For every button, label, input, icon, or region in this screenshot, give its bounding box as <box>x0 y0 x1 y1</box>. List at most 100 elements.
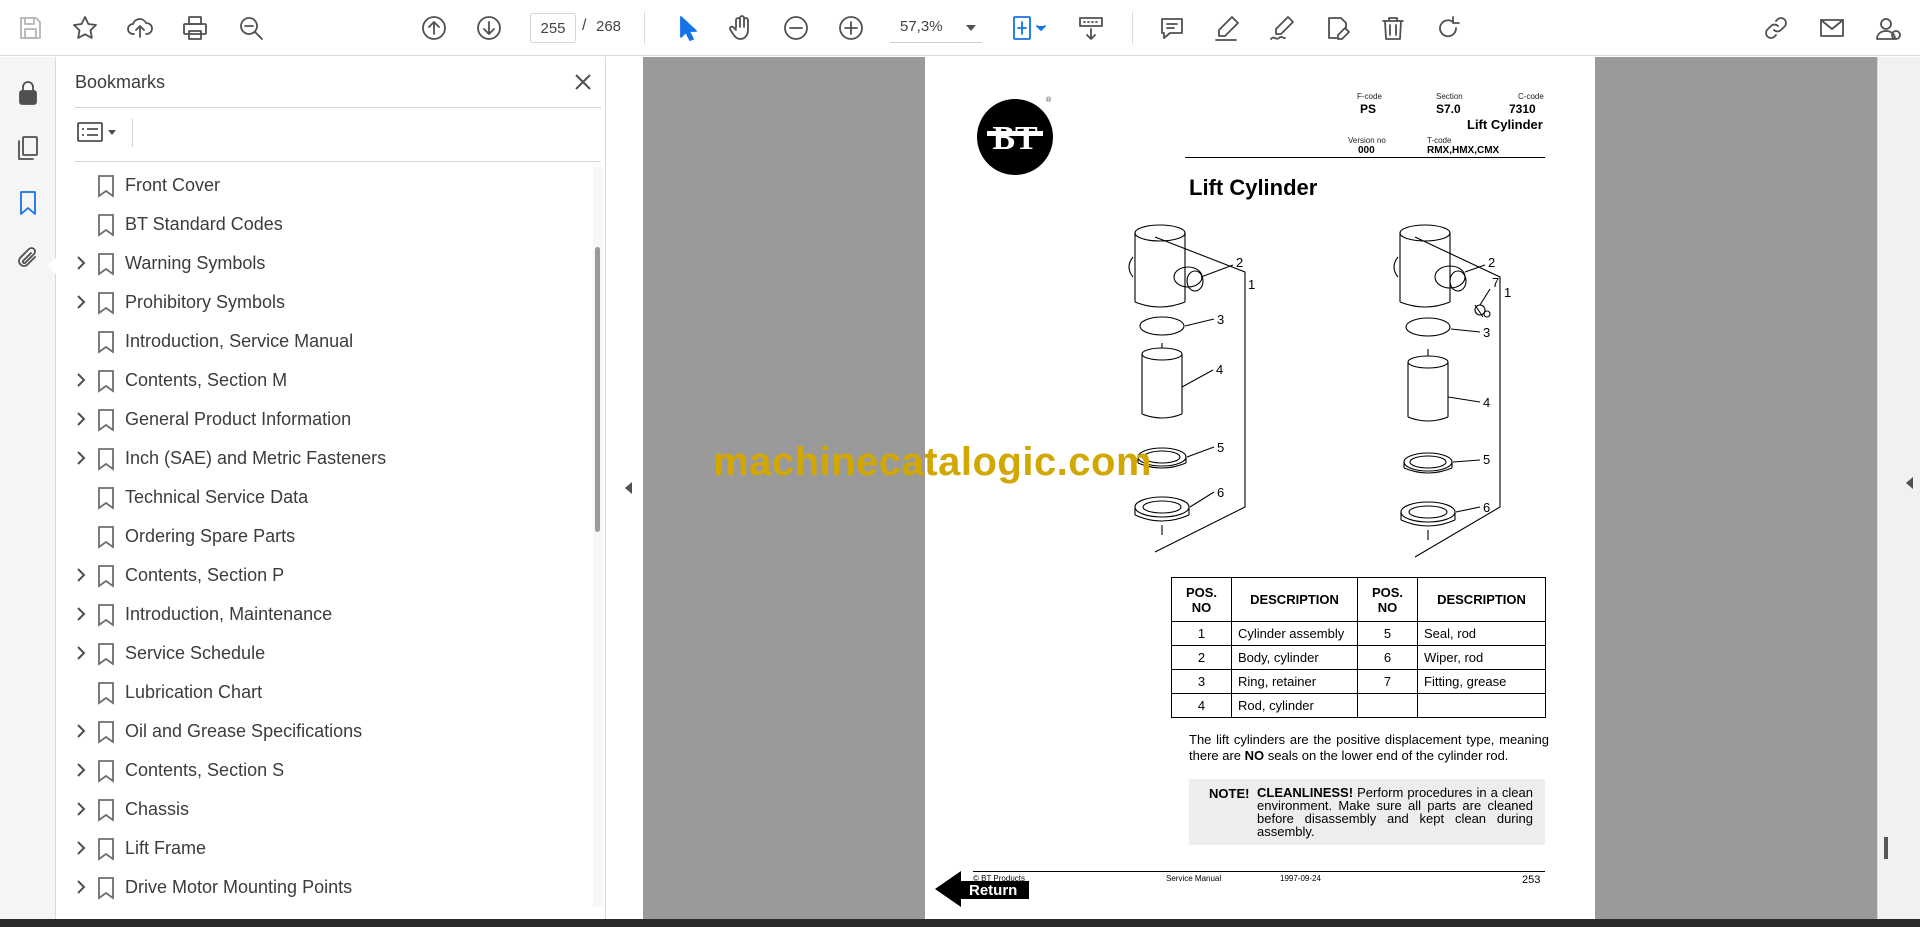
bookmark-label: Contents, Section S <box>125 760 285 780</box>
bookmark-item[interactable]: Lift Frame <box>56 829 586 868</box>
save-icon[interactable] <box>12 10 48 46</box>
bookmark-icon <box>96 213 116 237</box>
fcode-value: PS <box>1360 102 1377 116</box>
bookmarks-panel: Bookmarks Front Cover BT Standard Codes Wa… <box>56 57 606 920</box>
lock-icon[interactable] <box>10 75 46 111</box>
attachment-icon[interactable] <box>10 241 46 277</box>
previous-page-icon[interactable] <box>416 10 452 46</box>
chevron-right-icon[interactable] <box>73 294 89 310</box>
close-icon[interactable] <box>570 69 596 95</box>
table-cell <box>1357 693 1418 718</box>
document-scrollbar[interactable] <box>1877 57 1897 920</box>
zoom-search-icon[interactable] <box>233 10 269 46</box>
rotate-icon[interactable] <box>1430 10 1466 46</box>
chevron-down-icon <box>108 129 116 135</box>
emphasis-no: NO <box>1244 748 1265 763</box>
bookmark-label: Chassis <box>125 799 190 819</box>
zoom-out-icon[interactable] <box>778 10 814 46</box>
bookmark-item[interactable]: General Product Information <box>56 400 586 439</box>
bookmark-label: Prohibitory Symbols <box>125 292 286 312</box>
chevron-right-icon[interactable] <box>73 879 89 895</box>
retainer-ring-left <box>1139 316 1185 336</box>
rod-seal-right <box>1403 452 1453 474</box>
svg-text:3: 3 <box>1217 312 1224 327</box>
bookmark-item[interactable]: Front Cover <box>56 166 586 205</box>
email-icon[interactable] <box>1814 10 1850 46</box>
highlight-pen-icon[interactable] <box>1209 10 1245 46</box>
toolbar-divider <box>644 12 645 44</box>
bookmark-item[interactable]: Contents, Section S <box>56 751 586 790</box>
chevron-right-icon[interactable] <box>73 255 89 271</box>
svg-text:6: 6 <box>1483 500 1490 515</box>
bookmark-item[interactable]: Warning Symbols <box>56 244 586 283</box>
table-row: 4 Rod, cylinder <box>1171 693 1546 718</box>
bookmark-item[interactable]: Introduction, Service Manual <box>56 322 586 361</box>
bookmark-icon <box>96 525 116 549</box>
chevron-right-icon[interactable] <box>73 411 89 427</box>
bookmark-item[interactable]: Inch (SAE) and Metric Fasteners <box>56 439 586 478</box>
bookmark-item[interactable]: Prohibitory Symbols <box>56 283 586 322</box>
bookmark-item[interactable]: Oil and Grease Specifications <box>56 712 586 751</box>
scroll-mode-icon[interactable] <box>1073 10 1109 46</box>
chevron-right-icon[interactable] <box>73 567 89 583</box>
delete-icon[interactable] <box>1375 10 1411 46</box>
next-page-icon[interactable] <box>471 10 507 46</box>
bookmark-item[interactable]: Technical Service Data <box>56 478 586 517</box>
bookmark-icon <box>96 174 116 198</box>
collapse-panel-icon[interactable] <box>620 478 640 498</box>
bookmark-item[interactable]: Lubrication Chart <box>56 673 586 712</box>
page-number-input[interactable] <box>530 13 576 43</box>
sign-icon[interactable] <box>1264 10 1300 46</box>
section-label: Section <box>1436 92 1463 101</box>
bookmark-item[interactable]: BT Standard Codes <box>56 205 586 244</box>
table-cell: 1 <box>1171 621 1232 646</box>
description-paragraph: The lift cylinders are the positive disp… <box>1189 732 1549 763</box>
main-toolbar: / 268 57,3% <box>0 0 1920 56</box>
registered-mark: ® <box>1046 97 1052 104</box>
panel-divider <box>132 119 133 147</box>
print-icon[interactable] <box>177 10 213 46</box>
zoom-in-icon[interactable] <box>833 10 869 46</box>
bookmark-item[interactable]: Chassis <box>56 790 586 829</box>
table-cell: Body, cylinder <box>1231 645 1358 670</box>
scrollbar-thumb[interactable] <box>595 247 600 532</box>
bookmark-icon <box>96 681 116 705</box>
scrollbar-thumb[interactable] <box>1884 837 1888 859</box>
chevron-right-icon[interactable] <box>73 645 89 661</box>
chevron-right-icon[interactable] <box>73 450 89 466</box>
chevron-right-icon[interactable] <box>73 801 89 817</box>
bookmark-item[interactable]: Service Schedule <box>56 634 586 673</box>
bookmark-icon <box>96 720 116 744</box>
upload-cloud-icon[interactable] <box>122 10 158 46</box>
edit-document-icon[interactable] <box>1320 10 1356 46</box>
star-icon[interactable] <box>67 10 103 46</box>
cylinder-rod-left <box>1141 343 1183 419</box>
fit-page-icon[interactable] <box>1006 10 1052 46</box>
bookmark-item[interactable]: Contents, Section P <box>56 556 586 595</box>
bookmark-label: Warning Symbols <box>125 253 266 273</box>
bookmark-item[interactable]: Drive Motor Mounting Points <box>56 868 586 906</box>
select-cursor-icon[interactable] <box>669 10 705 46</box>
chevron-right-icon[interactable] <box>73 840 89 856</box>
bookmark-item[interactable]: Introduction, Maintenance <box>56 595 586 634</box>
chevron-right-icon[interactable] <box>73 606 89 622</box>
return-button[interactable]: Return <box>933 869 1033 909</box>
page-thumbnails-icon[interactable] <box>10 130 46 166</box>
bookmark-panel-icon[interactable] <box>10 185 46 221</box>
bookmark-item[interactable]: Contents, Section M <box>56 361 586 400</box>
zoom-dropdown[interactable]: 57,3% <box>890 13 982 43</box>
bookmark-item[interactable]: Ordering Spare Parts <box>56 517 586 556</box>
bookmark-label: Lift Frame <box>125 838 207 858</box>
account-icon[interactable] <box>1869 10 1905 46</box>
watermark: machinecatalogic.com <box>713 440 1153 484</box>
chevron-right-icon[interactable] <box>73 372 89 388</box>
panel-scrollbar[interactable] <box>593 167 603 907</box>
bookmark-label: Drive Motor Mounting Points <box>125 877 353 897</box>
bookmark-options-button[interactable] <box>76 115 124 149</box>
chevron-right-icon[interactable] <box>73 762 89 778</box>
chevron-right-icon[interactable] <box>73 723 89 739</box>
bookmark-icon <box>96 447 116 471</box>
share-link-icon[interactable] <box>1758 10 1794 46</box>
hand-tool-icon[interactable] <box>723 10 759 46</box>
comment-icon[interactable] <box>1154 10 1190 46</box>
